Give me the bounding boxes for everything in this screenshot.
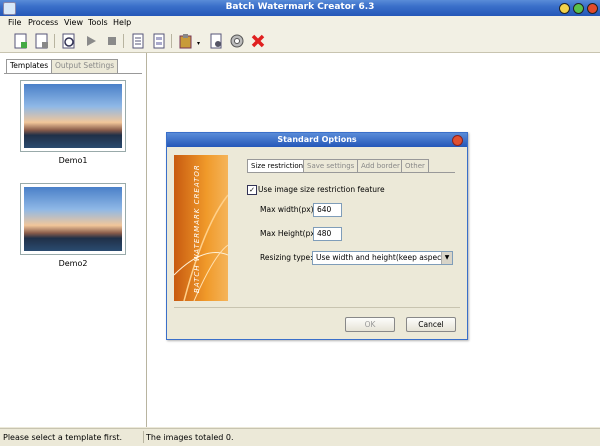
toolbar: ▾ [0, 30, 600, 53]
cancel-button[interactable]: Cancel [406, 317, 456, 332]
max-height-input[interactable]: 480 [313, 227, 342, 241]
template-thumbnail[interactable] [20, 183, 126, 255]
menu-help[interactable]: Help [113, 18, 131, 27]
dialog-banner: BATCH WATERMARK CREATOR [174, 155, 228, 301]
menu-view[interactable]: View [64, 18, 83, 27]
tab-divider [4, 73, 142, 74]
ok-button[interactable]: OK [345, 317, 395, 332]
clipboard-icon[interactable] [178, 33, 194, 49]
preview-icon[interactable] [61, 33, 77, 49]
run-icon[interactable] [83, 33, 99, 49]
max-height-label: Max Height(px) [260, 229, 318, 238]
status-divider [143, 431, 144, 443]
template-preview-image [24, 187, 122, 251]
document-icon[interactable] [130, 33, 146, 49]
template-name: Demo1 [58, 156, 88, 165]
toolbar-separator [123, 34, 124, 48]
resizing-type-label: Resizing type: [260, 253, 313, 262]
max-width-input[interactable]: 640 [313, 203, 342, 217]
close-template-icon[interactable] [34, 33, 50, 49]
use-restriction-checkbox[interactable]: ✓ [247, 185, 257, 195]
close-button[interactable] [587, 3, 598, 14]
templates-panel: Templates Output Settings Demo1 Demo2 [0, 53, 147, 427]
menu-bar: File Process View Tools Help [0, 16, 600, 30]
template-preview-image [24, 84, 122, 148]
tab-divider [247, 172, 455, 173]
title-bar: Batch Watermark Creator 6.3 [0, 0, 600, 16]
template-name: Demo2 [58, 259, 88, 268]
tab-save-settings[interactable]: Save settings [303, 159, 359, 173]
page-icon[interactable] [208, 33, 224, 49]
maximize-button[interactable] [573, 3, 584, 14]
minimize-button[interactable] [559, 3, 570, 14]
dialog-title: Standard Options [167, 133, 467, 147]
tab-templates[interactable]: Templates [6, 59, 53, 74]
standard-options-dialog: Standard Options BATCH WATERMARK CREATOR… [166, 132, 468, 340]
chevron-down-icon[interactable]: ▼ [441, 252, 452, 264]
resizing-type-select[interactable]: Use width and height(keep aspect) ▼ [312, 251, 453, 265]
tab-add-border[interactable]: Add border [357, 159, 404, 173]
status-message: Please select a template first. [3, 433, 123, 442]
new-template-icon[interactable] [13, 33, 29, 49]
images-total: The images totaled 0. [146, 433, 234, 442]
menu-file[interactable]: File [8, 18, 21, 27]
window-title: Batch Watermark Creator 6.3 [225, 2, 375, 12]
tab-size-restriction[interactable]: Size restriction [247, 159, 308, 173]
status-bar: Please select a template first. The imag… [0, 428, 600, 446]
dialog-close-icon[interactable] [452, 135, 463, 146]
toolbar-separator [54, 34, 55, 48]
resizing-type-value: Use width and height(keep aspect) [316, 253, 448, 262]
template-thumbnail[interactable] [20, 80, 126, 152]
menu-process[interactable]: Process [28, 18, 58, 27]
settings-icon[interactable] [229, 33, 245, 49]
stop-icon[interactable] [104, 33, 120, 49]
delete-icon[interactable] [250, 33, 266, 49]
tab-other[interactable]: Other [401, 159, 429, 173]
toolbar-separator [171, 34, 172, 48]
dropdown-arrow-icon[interactable]: ▾ [197, 40, 200, 47]
max-width-label: Max width(px) [260, 205, 314, 214]
use-restriction-label: Use image size restriction feature [258, 185, 385, 194]
document-list-icon[interactable] [151, 33, 167, 49]
tab-output-settings[interactable]: Output Settings [51, 59, 119, 74]
dialog-separator [174, 307, 460, 308]
menu-tools[interactable]: Tools [88, 18, 108, 27]
banner-text: BATCH WATERMARK CREATOR [193, 164, 201, 293]
